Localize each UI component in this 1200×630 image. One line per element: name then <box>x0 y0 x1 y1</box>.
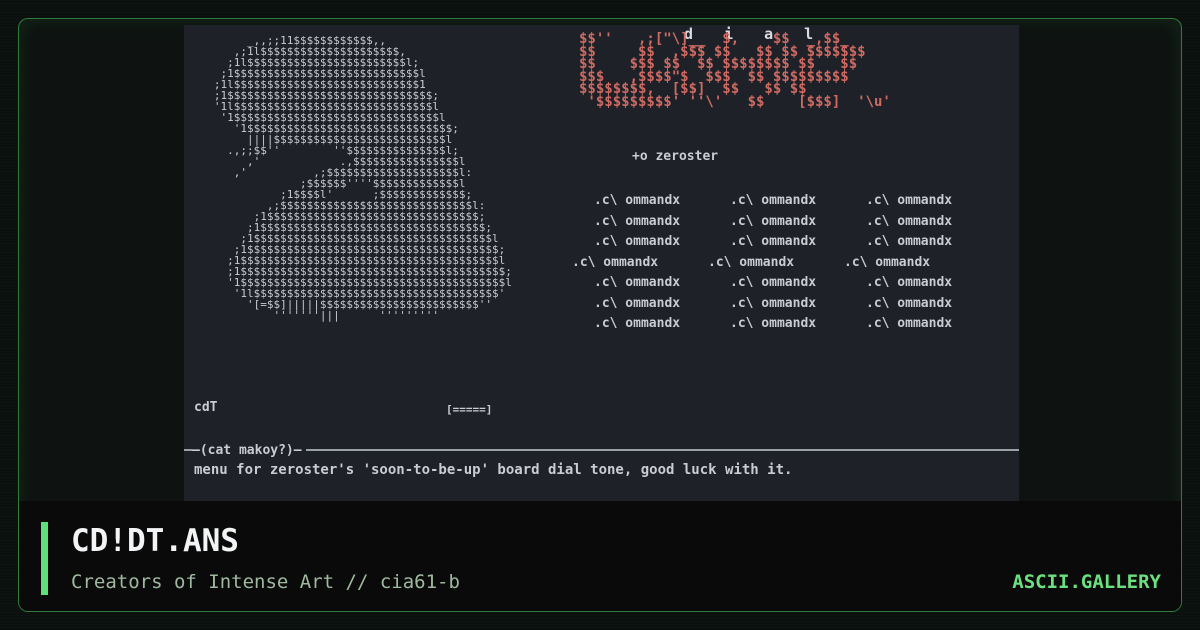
menu-entry: .c\ ommandx <box>594 213 681 229</box>
artwork-byline: +o zeroster <box>632 149 719 164</box>
artwork-title: CD!DT.ANS <box>71 523 239 559</box>
site-brand-link[interactable]: ASCII.GALLERY <box>1012 571 1161 593</box>
menu-entry: .c\ ommandx <box>594 275 681 290</box>
artwork-caption: menu for zeroster's 'soon-to-be-up' boar… <box>194 462 793 478</box>
menu-entry: .c\ ommandx <box>730 275 817 290</box>
menu-entry: .c\ ommandx <box>866 316 953 331</box>
ascii-logo-art: $$'' ,;["\]__ $, $$ _,$$_ $$ $$ ,$$$ $$ … <box>579 31 891 110</box>
menu-row: .c\ ommandx .c\ ommandx .c\ ommandx <box>594 214 1014 235</box>
menu-entry: .c\ ommandx <box>844 254 931 270</box>
menu-row: .c\ ommandx .c\ ommandx .c\ ommandx <box>594 316 1014 337</box>
ascii-menu: .c\ ommandx .c\ ommandx .c\ ommandx .c\ om… <box>572 193 1014 337</box>
menu-entry: .c\ ommandx <box>866 234 953 249</box>
menu-entry: .c\ ommandx <box>866 295 953 311</box>
menu-entry: .c\ ommandx <box>866 193 953 208</box>
menu-row: .c\ ommandx .c\ ommandx .c\ ommandx <box>594 193 1014 214</box>
artwork-subtitle: Creators of Intense Art // cia61-b <box>71 571 460 593</box>
menu-row: .c\ ommandx .c\ ommandx .c\ ommandx <box>572 255 1014 276</box>
menu-entry: .c\ ommandx <box>730 295 817 311</box>
preview-card: d i a l _,,;;11$$$$$$$$$$$$,, ,;1l$$$$$$… <box>18 18 1182 612</box>
artist-tag: cdT <box>194 400 218 415</box>
accent-bar <box>41 522 48 595</box>
divider-line <box>184 449 1019 451</box>
menu-row: .c\ ommandx .c\ ommandx .c\ ommandx <box>594 296 1014 317</box>
ascii-head-art: _,,;;11$$$$$$$$$$$$,, ,;1l$$$$$$$$$$$$$$… <box>213 34 512 322</box>
footer-panel: CD!DT.ANS Creators of Intense Art // cia… <box>19 501 1181 611</box>
menu-entry: .c\ ommandx <box>730 193 817 208</box>
menu-entry: .c\ ommandx <box>594 234 681 249</box>
menu-entry: .c\ ommandx <box>594 295 681 311</box>
divider-label: —(cat makoy?)— <box>192 443 306 458</box>
menu-entry: .c\ ommandx <box>866 213 953 229</box>
ascii-underline: [=====] <box>446 403 493 416</box>
menu-entry: .c\ ommandx <box>866 275 953 290</box>
menu-row: .c\ ommandx .c\ ommandx .c\ ommandx <box>594 275 1014 296</box>
menu-entry: .c\ ommandx <box>730 234 817 249</box>
menu-entry: .c\ ommandx <box>572 254 659 270</box>
menu-entry: .c\ ommandx <box>730 213 817 229</box>
menu-entry: .c\ ommandx <box>730 316 817 331</box>
menu-entry: .c\ ommandx <box>594 193 681 208</box>
menu-entry: .c\ ommandx <box>594 316 681 331</box>
menu-entry: .c\ ommandx <box>708 254 795 270</box>
ansi-artwork[interactable]: d i a l _,,;;11$$$$$$$$$$$$,, ,;1l$$$$$$… <box>184 25 1019 515</box>
menu-row: .c\ ommandx .c\ ommandx .c\ ommandx <box>594 234 1014 255</box>
